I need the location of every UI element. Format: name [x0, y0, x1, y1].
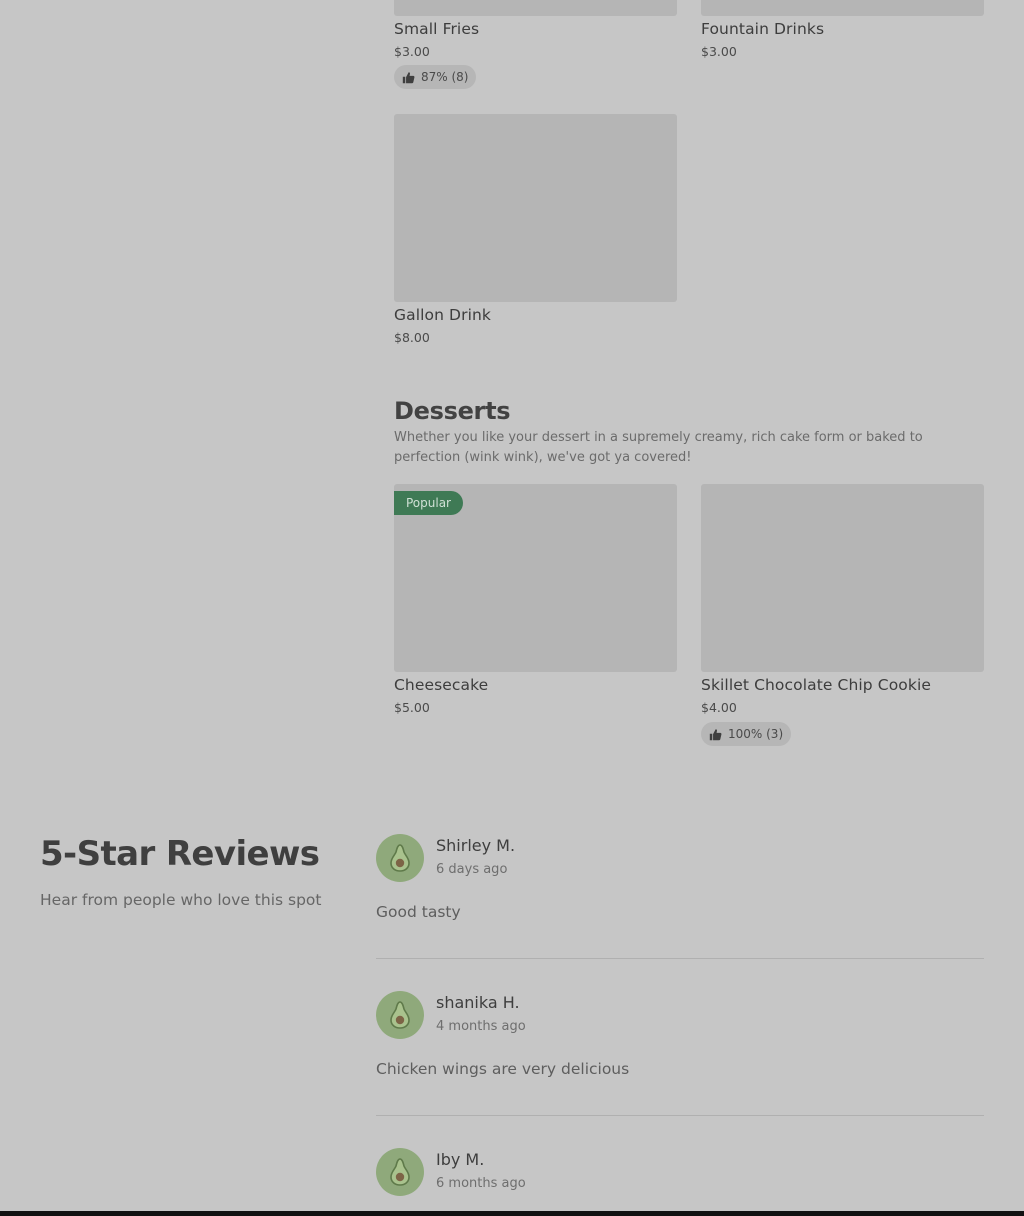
skillet-cookie-image[interactable]: [701, 484, 984, 672]
avocado-icon: [390, 1001, 410, 1029]
review-text: Chicken wings are very delicious: [376, 1060, 630, 1078]
item-price-skillet-cookie: $4.00: [701, 700, 737, 715]
review-text: Good tasty: [376, 903, 461, 921]
popular-badge: Popular: [394, 491, 463, 515]
reviewer-avatar: [376, 1148, 424, 1196]
rating-text: 100% (3): [728, 727, 784, 741]
rating-chip-small-fries: 87% (8): [394, 65, 477, 89]
review-time: 4 months ago: [436, 1019, 526, 1034]
review-divider: [376, 958, 984, 959]
section-description-desserts: Whether you like your dessert in a supre…: [394, 430, 923, 465]
item-price-fountain-drinks: $3.00: [701, 44, 737, 59]
bottom-edge-bar: [0, 1211, 1024, 1216]
item-title-small-fries[interactable]: Small Fries: [394, 20, 479, 38]
reviewer-name: Iby M.: [436, 1150, 485, 1169]
fountain-drinks-image[interactable]: [701, 0, 984, 16]
item-title-cheesecake[interactable]: Cheesecake: [394, 676, 488, 694]
rating-text: 87% (8): [421, 70, 469, 84]
reviews-subtitle: Hear from people who love this spot: [40, 891, 322, 909]
reviewer-name: shanika H.: [436, 993, 520, 1012]
thumbs-up-icon: [402, 71, 415, 83]
item-price-small-fries: $3.00: [394, 44, 430, 59]
gallon-drink-image[interactable]: [394, 114, 677, 302]
small-fries-image[interactable]: [394, 0, 677, 16]
review-time: 6 months ago: [436, 1176, 526, 1191]
avocado-icon: [390, 1158, 410, 1186]
reviewer-avatar: [376, 834, 424, 882]
reviewer-avatar: [376, 991, 424, 1039]
item-title-skillet-cookie[interactable]: Skillet Chocolate Chip Cookie: [701, 676, 931, 694]
item-title-gallon-drink[interactable]: Gallon Drink: [394, 306, 491, 324]
rating-chip-skillet-cookie: 100% (3): [701, 722, 792, 746]
item-price-gallon-drink: $8.00: [394, 330, 430, 345]
item-title-fountain-drinks[interactable]: Fountain Drinks: [701, 20, 824, 38]
review-time: 6 days ago: [436, 862, 508, 877]
review-divider: [376, 1115, 984, 1116]
reviews-title: 5-Star Reviews: [40, 834, 320, 874]
section-title-desserts: Desserts: [394, 397, 511, 425]
avocado-icon: [390, 844, 410, 872]
item-price-cheesecake: $5.00: [394, 700, 430, 715]
reviewer-name: Shirley M.: [436, 836, 516, 855]
thumbs-up-icon: [709, 728, 722, 740]
